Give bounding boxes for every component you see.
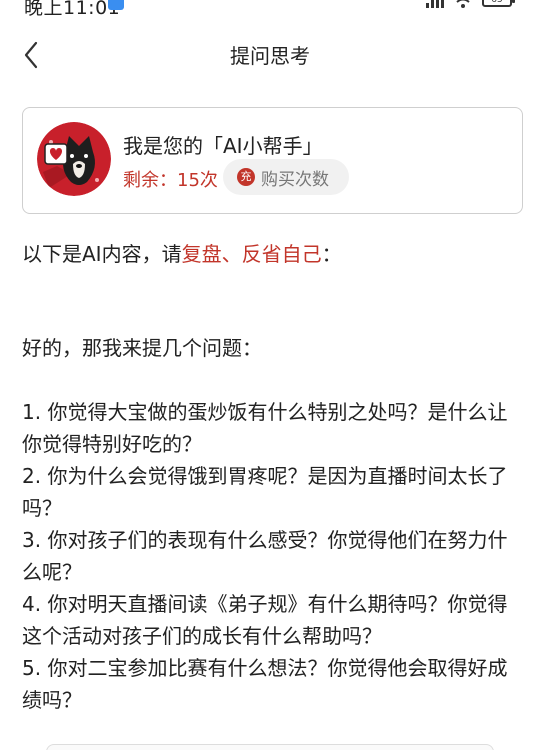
- status-bar: 晚上11:01 65: [0, 0, 540, 19]
- buy-times-button[interactable]: 充 购买次数: [223, 159, 349, 195]
- avatar: [37, 122, 111, 196]
- buy-times-label: 购买次数: [261, 169, 329, 190]
- content-greeting: 好的，那我来提几个问题：: [22, 336, 262, 360]
- dog-avatar-icon: [37, 122, 111, 196]
- battery-icon: 65: [482, 0, 515, 7]
- bottom-input-bar[interactable]: [46, 744, 494, 750]
- app-notification-icon: [108, 0, 124, 10]
- assistant-title: 我是您的「AI小帮手」: [123, 134, 323, 158]
- question-item: 3. 你对孩子们的表现有什么感受？你觉得他们在努力什么呢？: [22, 528, 508, 584]
- question-item: 1. 你觉得大宝做的蛋炒饭有什么特别之处吗？是什么让你觉得特别好吃的？: [22, 400, 508, 456]
- remaining-count: 剩余：15次: [123, 170, 218, 191]
- wifi-icon: [456, 0, 470, 8]
- intro-line: 以下是AI内容，请复盘、反省自己：: [22, 238, 342, 267]
- intro-suffix: ：: [321, 242, 342, 266]
- intro-highlight: 复盘、反省自己: [181, 242, 322, 266]
- status-time: 晚上11:01: [24, 0, 121, 19]
- intro-prefix: 以下是AI内容，请: [22, 242, 182, 266]
- ai-content: 好的，那我来提几个问题： 1. 你觉得大宝做的蛋炒饭有什么特别之处吗？是什么让你…: [22, 332, 518, 716]
- assistant-card: 我是您的「AI小帮手」 剩余：15次 充 购买次数: [22, 107, 523, 214]
- question-item: 4. 你对明天直播间读《弟子规》有什么期待吗？你觉得这个活动对孩子们的成长有什么…: [22, 592, 508, 648]
- status-indicators: 65: [426, 0, 515, 10]
- header: 提问思考: [0, 30, 540, 80]
- recharge-icon: 充: [237, 168, 255, 186]
- question-item: 2. 你为什么会觉得饿到胃疼呢？是因为直播时间太长了吗？: [22, 464, 508, 520]
- question-item: 5. 你对二宝参加比赛有什么想法？你觉得他会取得好成绩吗？: [22, 656, 508, 712]
- signal-icon: [426, 0, 444, 8]
- page-title: 提问思考: [230, 44, 310, 68]
